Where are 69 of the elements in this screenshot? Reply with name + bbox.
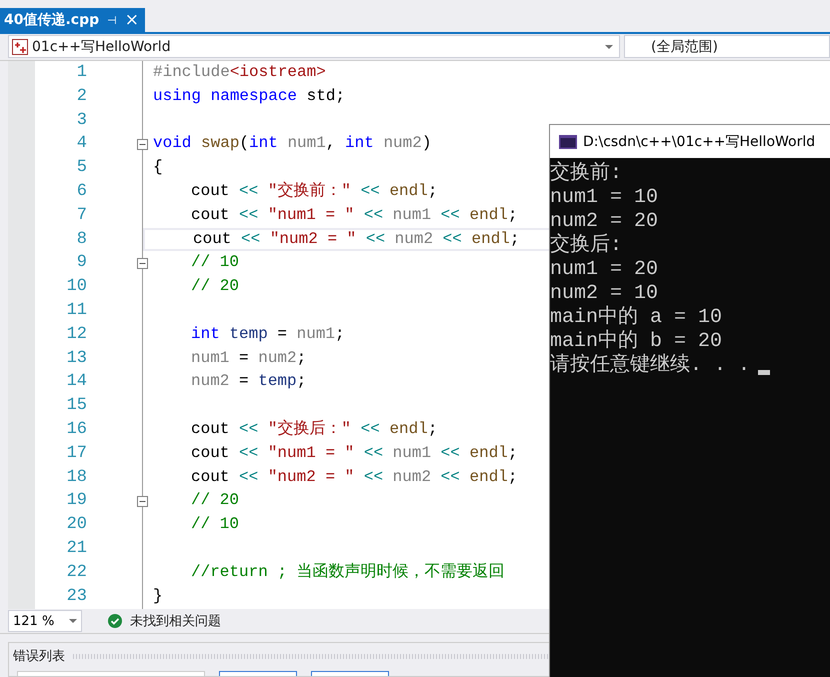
line-number: 22 <box>66 562 87 584</box>
line-number: 6 <box>76 180 87 203</box>
code-line: void swap(int num1, int num2) <box>153 134 432 152</box>
code-line: cout << "num1 = " << num1 << endl; <box>191 444 518 462</box>
zoom-value: 121 % <box>13 614 54 628</box>
console-output-line: 请按任意键继续. . . <box>550 354 750 378</box>
line-number: 8 <box>76 228 87 251</box>
code-line: #include<iostream> <box>153 63 326 81</box>
caret-icon <box>69 619 77 623</box>
console-output-line: num1 = 10 <box>550 186 658 210</box>
text-cursor <box>758 370 770 375</box>
line-number: 10 <box>66 276 87 298</box>
line-number: 18 <box>66 466 87 489</box>
line-number: 2 <box>76 86 87 108</box>
line-number: 21 <box>66 538 87 560</box>
code-line: cout << "交换前：" << endl; <box>191 182 438 200</box>
line-number: 3 <box>76 110 87 132</box>
line-number: 4 <box>76 133 87 156</box>
pin-button[interactable]: ⊣ <box>107 14 117 26</box>
console-output-line: main中的 a = 10 <box>550 306 722 330</box>
line-number: 12 <box>66 324 87 346</box>
console-output-line: num2 = 10 <box>550 282 658 306</box>
file-tab[interactable]: 40值传递.cpp ⊣ × <box>0 8 145 32</box>
status-message: 未找到相关问题 <box>130 613 221 630</box>
code-line: int temp = num1; <box>191 324 345 343</box>
code-line: // 10 <box>191 253 240 272</box>
code-line: // 20 <box>191 277 240 296</box>
line-number: 7 <box>76 204 87 227</box>
line-number: 13 <box>66 348 87 370</box>
line-number: 5 <box>76 157 87 180</box>
line-number: 17 <box>66 442 87 465</box>
code-line: using namespace std; <box>153 86 346 105</box>
console-app-icon <box>559 134 577 148</box>
code-line: // 20 <box>191 491 240 510</box>
code-line: //return ; 当函数声明时候，不需要返回 <box>191 562 505 581</box>
console-output-line: num2 = 20 <box>550 210 658 233</box>
code-line: cout << "num2 = " << num2 << endl; <box>191 468 518 486</box>
code-line: { <box>153 158 163 176</box>
code-line: // 10 <box>191 515 240 534</box>
project-name: 01c++写HelloWorld <box>32 38 172 56</box>
line-number: 20 <box>66 514 87 536</box>
zoom-dropdown[interactable]: 121 % <box>8 610 82 632</box>
caret-icon <box>605 44 613 48</box>
line-number: 16 <box>66 418 87 441</box>
project-dropdown[interactable]: 01c++写HelloWorld <box>8 35 620 58</box>
line-number: 11 <box>66 300 87 322</box>
close-button[interactable]: × <box>124 12 139 28</box>
check-icon <box>108 614 122 628</box>
console-output-line: 交换前: <box>550 162 622 186</box>
line-number: 9 <box>76 252 87 274</box>
console-output-line: 交换后: <box>550 234 622 258</box>
tab-title: 40值传递.cpp <box>4 11 100 29</box>
project-icon <box>12 38 28 54</box>
line-number: 1 <box>76 62 87 84</box>
window-title: D:\csdn\c++\01c++写HelloWorld <box>583 132 816 150</box>
line-number: 23 <box>66 586 87 608</box>
code-line: cout << "num1 = " << num1 << endl; <box>191 206 518 224</box>
line-number: 19 <box>66 490 87 512</box>
line-number: 14 <box>66 371 87 394</box>
code-line: } <box>153 586 163 605</box>
console-output-line: main中的 b = 20 <box>550 330 722 354</box>
code-line: cout << "交换后：" << endl; <box>191 420 438 438</box>
console-output-line: num1 = 20 <box>550 258 658 282</box>
scope-dropdown[interactable]: (全局范围) <box>624 35 830 58</box>
code-line: num1 = num2; <box>191 348 306 367</box>
panel-title: 错误列表 <box>13 648 65 665</box>
line-number: 15 <box>66 395 87 418</box>
code-line: cout << "num2 = " << num2 << endl; <box>193 230 520 248</box>
code-line: num2 = temp; <box>191 372 306 390</box>
